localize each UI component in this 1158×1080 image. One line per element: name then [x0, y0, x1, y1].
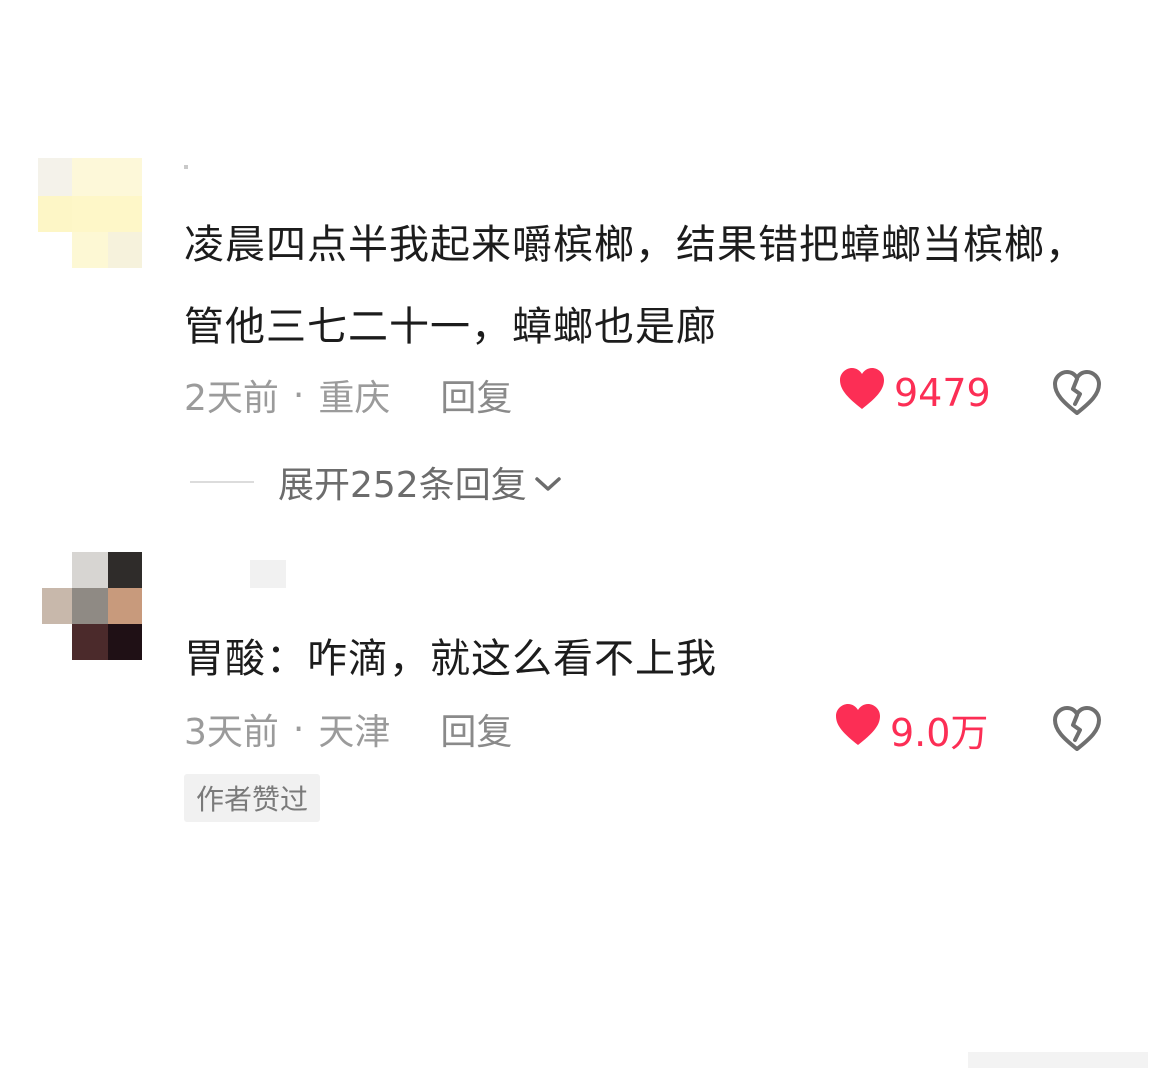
- chevron-down-icon: [533, 462, 563, 503]
- like-button[interactable]: 9479: [838, 367, 991, 420]
- like-button[interactable]: 9.0万: [834, 703, 989, 756]
- comment-time: 3天前: [184, 712, 279, 753]
- reply-button[interactable]: 回复: [440, 369, 512, 421]
- comment-text: 凌晨四点半我起来嚼槟榔，结果错把蟑螂当槟榔，管他三七二十一，蟑螂也是廊: [184, 222, 1086, 350]
- author-liked-badge: 作者赞过: [184, 774, 321, 822]
- username[interactable]: [250, 560, 286, 588]
- like-count: 9.0万: [890, 710, 989, 755]
- broken-heart-icon: [1052, 370, 1102, 420]
- broken-heart-icon: [1052, 706, 1102, 756]
- comment-text: 胃酸：咋滴，就这么看不上我: [184, 636, 717, 682]
- comment-meta: 2天前 · 重庆 回复: [184, 370, 512, 420]
- like-count: 9479: [894, 371, 991, 415]
- dislike-button[interactable]: [1052, 370, 1102, 420]
- separator: ·: [292, 374, 305, 416]
- avatar[interactable]: [38, 158, 142, 270]
- comment-location: 重庆: [318, 378, 391, 419]
- expand-label: 展开252条回复: [278, 465, 527, 506]
- reply-button[interactable]: 回复: [440, 703, 512, 755]
- expand-replies-button[interactable]: 展开252条回复: [190, 456, 563, 508]
- heart-icon: [838, 367, 894, 420]
- heart-icon: [834, 703, 890, 756]
- separator: ·: [292, 708, 305, 750]
- username[interactable]: [184, 165, 188, 169]
- avatar[interactable]: [42, 552, 142, 660]
- comment-location: 天津: [318, 712, 391, 753]
- divider: [190, 481, 254, 483]
- comment-meta: 3天前 · 天津 回复: [184, 704, 512, 754]
- watermark: [968, 1044, 1148, 1074]
- dislike-button[interactable]: [1052, 706, 1102, 756]
- comment-time: 2天前: [184, 378, 279, 419]
